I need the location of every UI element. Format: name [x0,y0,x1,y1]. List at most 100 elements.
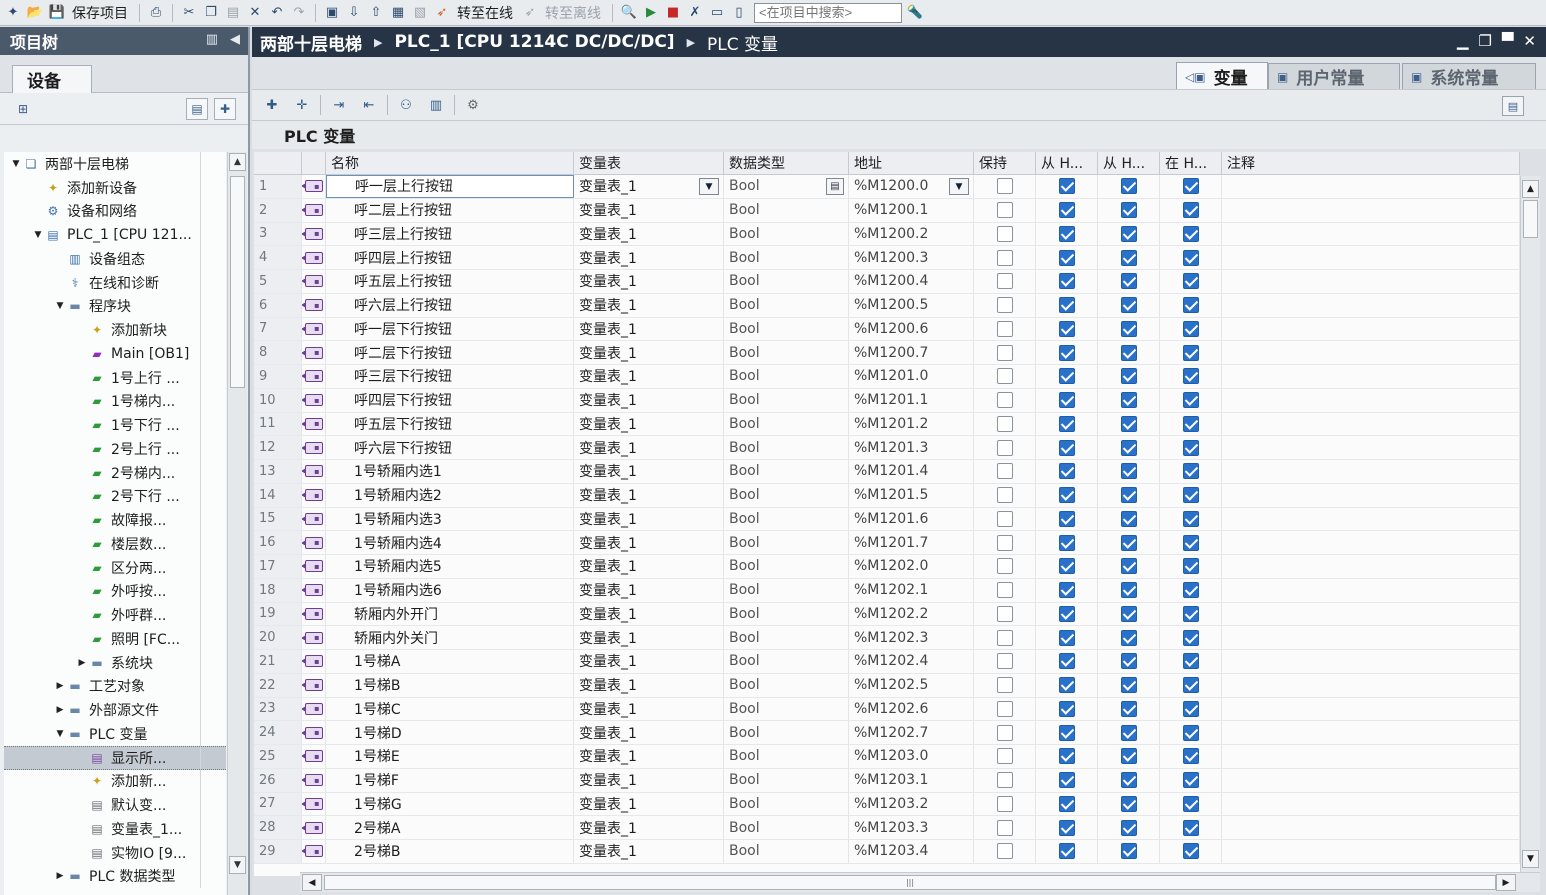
address-cell[interactable]: %M1203.1 [849,768,974,792]
writable-from-hmi-checkbox[interactable] [1120,653,1137,670]
row-number[interactable]: 2 [254,198,302,222]
visible-in-hmi-checkbox[interactable] [1182,510,1199,527]
writable-from-hmi-checkbox[interactable] [1120,344,1137,361]
data-type-cell[interactable]: Bool [724,745,849,768]
row-number[interactable]: 12 [254,436,302,459]
comment-cell[interactable] [1222,412,1520,436]
comment-cell[interactable] [1222,270,1520,293]
row-number[interactable]: 11 [254,412,302,436]
download-icon[interactable]: ⇩ [345,4,363,22]
collapse-panel-icon[interactable]: ◀ [230,32,240,47]
scroll-right-icon[interactable]: ▶ [1496,874,1516,891]
row-number[interactable]: 8 [254,341,302,364]
table-row[interactable]: 18 ▪ 1号轿厢内选6 变量表_1 Bool %M1202.1 [254,578,1520,603]
writable-from-hmi-checkbox[interactable] [1120,463,1137,480]
address-cell[interactable]: %M1201.6 [849,507,974,531]
tag-table-cell[interactable]: 变量表_1 [574,768,724,792]
delete-icon[interactable]: ✕ [246,4,264,22]
writable-from-hmi-checkbox[interactable] [1120,297,1137,314]
address-cell[interactable]: %M1200.4 [849,270,974,293]
row-number[interactable]: 7 [254,317,302,341]
comment-cell[interactable] [1222,436,1520,459]
address-cell[interactable]: %M1200.2 [849,222,974,246]
expanded-arrow-icon[interactable]: ▼ [10,159,22,169]
collapsed-arrow-icon[interactable]: ▶ [76,658,88,668]
accessible-from-hmi-checkbox[interactable] [1058,439,1075,456]
tag-name-cell[interactable]: 1号梯E [326,745,574,768]
import-icon[interactable]: ⇤ [357,94,381,116]
tag-table-cell[interactable]: 变量表_1 [574,460,724,483]
visible-in-hmi-checkbox[interactable] [1182,724,1199,741]
collapsed-arrow-icon[interactable]: ▶ [54,681,66,691]
accessible-from-hmi-checkbox[interactable] [1058,392,1075,409]
expanded-arrow-icon[interactable]: ▼ [32,230,44,240]
monitor-all-icon[interactable]: ⚇ [394,94,418,116]
data-type-cell[interactable]: Bool [724,507,849,531]
header-writable-from-hmi[interactable]: 从 H... [1098,152,1160,174]
accessible-from-hmi-checkbox[interactable] [1058,795,1075,812]
comment-cell[interactable] [1222,222,1520,246]
tag-table-dropdown-icon[interactable]: ▼ [699,178,719,195]
retain-checkbox[interactable] [996,724,1013,741]
tag-name-cell[interactable]: 1号轿厢内选5 [326,555,574,578]
table-row[interactable]: 29 ▪ 2号梯B 变量表_1 Bool %M1203.4 [254,840,1520,864]
comment-cell[interactable] [1222,317,1520,341]
accessible-devices-icon[interactable]: 🔍 [620,4,638,22]
writable-from-hmi-checkbox[interactable] [1120,273,1137,290]
row-number[interactable]: 13 [254,460,302,483]
address-cell[interactable]: %M1203.0 [849,745,974,768]
visible-in-hmi-checkbox[interactable] [1182,795,1199,812]
comment-cell[interactable] [1222,365,1520,388]
accessible-from-hmi-checkbox[interactable] [1058,320,1075,337]
table-row[interactable]: 20 ▪ 轿厢内外关门 变量表_1 Bool %M1202.3 [254,626,1520,650]
visible-in-hmi-checkbox[interactable] [1182,439,1199,456]
comment-cell[interactable] [1222,792,1520,816]
address-cell[interactable]: %M1200.5 [849,293,974,317]
visible-in-hmi-checkbox[interactable] [1182,629,1199,646]
row-number[interactable]: 16 [254,531,302,554]
tree-vertical-scrollbar[interactable]: ▲ ▼ [227,152,247,895]
writable-from-hmi-checkbox[interactable] [1120,320,1137,337]
row-number[interactable]: 21 [254,650,302,673]
tree-item[interactable]: ▥ 设备组态 [4,247,226,271]
row-number[interactable]: 22 [254,673,302,697]
table-vertical-scrollbar[interactable]: ▲ ▼ [1520,176,1540,876]
tree-item[interactable]: ▰ 1号下行 ... [4,413,226,437]
split-vertical-icon[interactable]: ▯ [730,4,748,22]
comment-cell[interactable] [1222,673,1520,697]
data-type-cell[interactable]: Bool [724,816,849,839]
export-icon[interactable]: ⇥ [327,94,351,116]
simulation-icon[interactable]: ▦ [389,4,407,22]
tag-table-cell[interactable]: 变量表_1 [574,388,724,412]
retain-checkbox[interactable] [996,534,1013,551]
insert-row-icon[interactable]: ✛ [290,94,314,116]
panel-pin-icon[interactable]: ▥ [206,32,218,47]
tab-devices[interactable]: 设备 [12,65,92,93]
scroll-up-icon[interactable]: ▲ [1522,180,1539,198]
row-number[interactable]: 14 [254,483,302,507]
row-number[interactable]: 17 [254,555,302,578]
writable-from-hmi-checkbox[interactable] [1120,249,1137,266]
retain-checkbox[interactable] [996,653,1013,670]
tree-item[interactable]: ▰ 1号梯内... [4,389,226,414]
table-row[interactable]: 12 ▪ 呼六层下行按钮 变量表_1 Bool %M1201.3 [254,436,1520,460]
tree-item[interactable]: ▶ ▬ 系统块 [4,650,226,675]
retain-checkbox[interactable] [996,415,1013,432]
tag-table-cell[interactable]: 变量表_1 [574,365,724,388]
tree-item[interactable]: ▰ 2号上行 ... [4,437,226,461]
visible-in-hmi-checkbox[interactable] [1182,273,1199,290]
address-cell[interactable]: %M1200.0 ▼ [849,175,974,198]
collapsed-arrow-icon[interactable]: ▶ [54,871,66,881]
data-type-cell[interactable]: Bool [724,388,849,412]
minimize-icon[interactable]: ▁ [1457,32,1469,50]
writable-from-hmi-checkbox[interactable] [1120,843,1137,860]
visible-in-hmi-checkbox[interactable] [1182,320,1199,337]
table-row[interactable]: 19 ▪ 轿厢内外开门 变量表_1 Bool %M1202.2 [254,602,1520,627]
data-type-cell[interactable]: Bool [724,483,849,507]
table-row[interactable]: 16 ▪ 1号轿厢内选4 变量表_1 Bool %M1201.7 [254,531,1520,555]
writable-from-hmi-checkbox[interactable] [1120,605,1137,622]
tag-table-cell[interactable]: 变量表_1 [574,840,724,863]
accessible-from-hmi-checkbox[interactable] [1058,629,1075,646]
settings-icon[interactable]: ⚙ [461,94,485,116]
tag-name-cell[interactable]: 1号梯F [326,768,574,792]
